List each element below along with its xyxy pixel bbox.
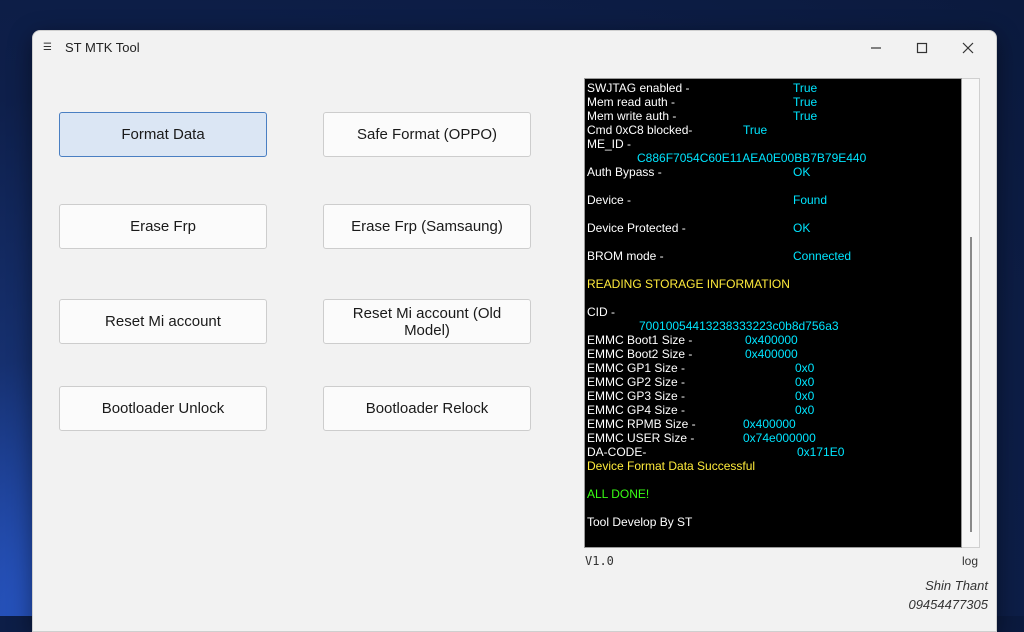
log-line-label: Mem write auth - (587, 109, 677, 123)
log-line-label: EMMC GP3 Size - (587, 389, 686, 403)
log-line-label: BROM mode - (587, 249, 664, 263)
log-line-label: EMMC GP2 Size - (587, 375, 686, 389)
maximize-icon (916, 42, 928, 54)
log-line-label: EMMC USER Size - (587, 431, 695, 445)
log-line-label: Tool Develop By ST (587, 515, 693, 529)
erase-frp-samsung-button[interactable]: Erase Frp (Samsaung) (323, 204, 531, 249)
log-line-label: EMMC RPMB Size - (587, 417, 696, 431)
log-line: Device Protected - OK (587, 221, 810, 235)
log-line: EMMC Boot2 Size - 0x400000 (587, 347, 798, 361)
app-icon: ☰ (43, 42, 52, 53)
log-line: EMMC USER Size - 0x74e000000 (587, 431, 816, 445)
log-scrollbar[interactable] (962, 78, 980, 548)
maximize-button[interactable] (899, 35, 945, 61)
log-line-value: OK (793, 221, 811, 235)
log-line: Device Format Data Successful (587, 459, 755, 473)
log-line-value: 0x74e000000 (743, 431, 816, 445)
log-line: EMMC GP3 Size - 0x0 (587, 389, 814, 403)
credit-name: Shin Thant (925, 578, 988, 593)
log-line-label: SWJTAG enabled - (587, 81, 690, 95)
log-line-label: Cmd 0xC8 blocked- (587, 123, 693, 137)
log-line-label: EMMC GP1 Size - (587, 361, 686, 375)
log-line-label: ALL DONE! (587, 487, 650, 501)
log-line: EMMC RPMB Size - 0x400000 (587, 417, 796, 431)
scrollbar-thumb[interactable] (970, 237, 972, 532)
minimize-button[interactable] (853, 35, 899, 61)
log-line-value: 0x400000 (745, 347, 798, 361)
log-line-label: CID - (587, 305, 615, 319)
log-line: EMMC Boot1 Size - 0x400000 (587, 333, 798, 347)
log-line-value: True (743, 123, 768, 137)
log-line: DA-CODE- 0x171E0 (587, 445, 844, 459)
bootloader-unlock-button[interactable]: Bootloader Unlock (59, 386, 267, 431)
minimize-icon (871, 47, 881, 49)
log-line-value: True (793, 81, 818, 95)
log-line: EMMC GP1 Size - 0x0 (587, 361, 814, 375)
format-data-button[interactable]: Format Data (59, 112, 267, 157)
log-line: CID - (587, 305, 615, 319)
log-console[interactable]: SWJTAG enabled - True Mem read auth - True M… (584, 78, 962, 548)
log-line-label: Device - (587, 193, 632, 207)
safe-format-oppo-button[interactable]: Safe Format (OPPO) (323, 112, 531, 157)
log-line-value: True (793, 109, 818, 123)
bootloader-relock-button[interactable]: Bootloader Relock (323, 386, 531, 431)
log-label: log (962, 554, 979, 568)
log-line: Device - Found (587, 193, 827, 207)
log-line-label: Device Protected - (587, 221, 686, 235)
log-line: EMMC GP4 Size - 0x0 (587, 403, 814, 417)
log-line: Auth Bypass - OK (587, 165, 810, 179)
log-line: SWJTAG enabled - True (587, 81, 817, 95)
log-line-value: 0x171E0 (797, 445, 845, 459)
window-title: ST MTK Tool (65, 40, 140, 55)
log-line-label: EMMC Boot1 Size - (587, 333, 693, 347)
log-line: ME_ID - (587, 137, 631, 151)
log-line: Tool Develop By ST (587, 515, 692, 529)
log-line-value: C886F7054C60E11AEA0E00BB7B79E440 (637, 151, 867, 165)
log-line-label: ME_ID - (587, 137, 632, 151)
log-line: Mem write auth - True (587, 109, 817, 123)
log-line-value: OK (793, 165, 811, 179)
log-line-value: 70010054413238333223c0b8d756a3 (639, 319, 839, 333)
log-line-label: Device Format Data Successful (587, 459, 756, 473)
log-line: BROM mode - Connected (587, 249, 851, 263)
close-icon (962, 42, 974, 54)
close-button[interactable] (945, 35, 991, 61)
log-line-value: 0x0 (795, 361, 815, 375)
log-line-label: READING STORAGE INFORMATION (587, 277, 790, 291)
log-line: Mem read auth - True (587, 95, 817, 109)
log-line: READING STORAGE INFORMATION (587, 277, 790, 291)
log-line-value: 0x400000 (745, 333, 798, 347)
log-line-value: 0x0 (795, 375, 815, 389)
log-line-value: Connected (793, 249, 852, 263)
reset-mi-account-old-model-button[interactable]: Reset Mi account (Old Model) (323, 299, 531, 344)
reset-mi-account-button[interactable]: Reset Mi account (59, 299, 267, 344)
log-line-value: 0x400000 (743, 417, 796, 431)
log-line: EMMC GP2 Size - 0x0 (587, 375, 814, 389)
credit-phone: 09454477305 (908, 597, 988, 612)
erase-frp-button[interactable]: Erase Frp (59, 204, 267, 249)
log-line-value: True (793, 95, 818, 109)
log-line-label: DA-CODE- (587, 445, 647, 459)
title-bar[interactable]: ☰ ST MTK Tool (33, 31, 996, 65)
app-window: ☰ ST MTK Tool Format Data Safe Format (O… (32, 30, 997, 632)
log-line-value: 0x0 (795, 389, 815, 403)
version-label: V1.0 (585, 554, 614, 568)
log-line-value: Found (793, 193, 828, 207)
log-line: Cmd 0xC8 blocked- True (587, 123, 767, 137)
log-line-value: 0x0 (795, 403, 815, 417)
log-line-label: Auth Bypass - (587, 165, 662, 179)
log-line-label: EMMC Boot2 Size - (587, 347, 693, 361)
log-line-label: Mem read auth - (587, 95, 676, 109)
log-line-label: EMMC GP4 Size - (587, 403, 686, 417)
log-line: ALL DONE! (587, 487, 649, 501)
